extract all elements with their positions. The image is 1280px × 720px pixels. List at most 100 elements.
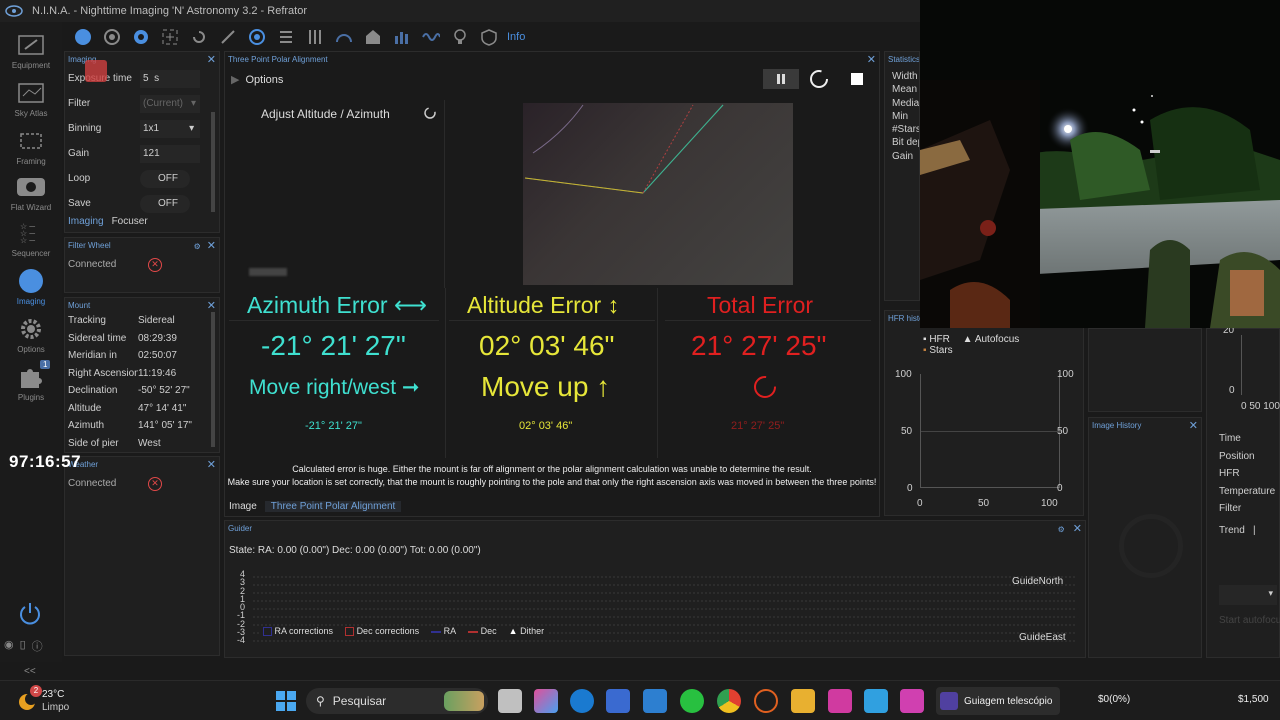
focuser-icon[interactable]	[128, 25, 154, 49]
telescope-app-icon	[940, 692, 958, 710]
store-icon[interactable]	[606, 689, 630, 713]
close-icon[interactable]: ✕	[1189, 419, 1198, 432]
imaging-subtabs: Imaging Focuser	[65, 216, 219, 227]
close-icon[interactable]: ✕	[207, 240, 216, 252]
nav-equipment[interactable]: Equipment	[0, 32, 62, 70]
app-icon[interactable]	[900, 689, 924, 713]
total-error-small: 21° 27' 25"	[731, 420, 785, 432]
windows-start-button[interactable]	[274, 689, 298, 713]
equipment-icon	[16, 32, 46, 58]
camera-icon[interactable]	[70, 25, 96, 49]
observatory-icon[interactable]	[360, 25, 386, 49]
alignment-overlay	[524, 104, 724, 194]
image-history-panel: Image History ✕	[1088, 417, 1202, 658]
mount-row: Meridian in 02:50:07	[65, 347, 219, 365]
y-tick: 100	[895, 369, 912, 380]
tab-imaging[interactable]: Imaging	[68, 216, 104, 227]
binning-label: Binning	[68, 123, 102, 134]
exposure-unit: s	[154, 73, 160, 84]
guider-target-icon[interactable]	[244, 25, 270, 49]
tab-focuser[interactable]: Focuser	[112, 216, 148, 227]
nav-options[interactable]: Options	[0, 316, 62, 354]
imaging-scrollbar[interactable]	[211, 112, 215, 212]
nav-label: Options	[17, 345, 45, 354]
guide-east-label: GuideEast	[1019, 632, 1066, 643]
sequence-list-icon[interactable]	[273, 25, 299, 49]
save-toggle[interactable]: OFF	[140, 194, 190, 213]
toolbar: Info	[64, 24, 920, 50]
eye-icon[interactable]: ◉	[4, 638, 14, 654]
binning-value: 1x1	[143, 123, 160, 134]
binning-select[interactable]: 1x1 ▾	[140, 119, 200, 138]
af-labels: Time Position HFR Temperature Filter	[1219, 430, 1275, 518]
nav-sequencer[interactable]: ☆ ─ ☆ ─ ☆ ─ Sequencer	[0, 220, 62, 258]
divider	[445, 288, 446, 458]
pause-button[interactable]	[763, 69, 799, 89]
gear-icon	[16, 316, 46, 342]
close-icon[interactable]: ✕	[207, 53, 216, 66]
nav-framing[interactable]: Framing	[0, 128, 62, 166]
nav-sky-atlas[interactable]: Sky Atlas	[0, 80, 62, 118]
chart-bars-icon[interactable]	[389, 25, 415, 49]
shield-icon[interactable]	[476, 25, 502, 49]
book-icon[interactable]: ▯	[20, 638, 26, 654]
y-tick: 0	[1229, 385, 1235, 396]
loop-value: OFF	[158, 173, 178, 184]
app-icon[interactable]	[864, 689, 888, 713]
loop-toggle[interactable]: OFF	[140, 169, 190, 188]
whatsapp-icon[interactable]	[680, 689, 704, 713]
start-autofocus-button[interactable]: Start autofocus	[1219, 615, 1280, 626]
exposure-input[interactable]: 5 s	[140, 69, 200, 88]
vpn-icon[interactable]	[643, 689, 667, 713]
copilot-icon[interactable]	[534, 689, 558, 713]
options-expander[interactable]: ▶ Options	[231, 73, 283, 86]
rotator-icon[interactable]	[186, 25, 212, 49]
nav-flat-wizard[interactable]: Flat Wizard	[0, 174, 62, 212]
dome-icon[interactable]	[331, 25, 357, 49]
stop-button[interactable]	[839, 69, 875, 89]
af-axis	[1241, 335, 1242, 395]
lightbulb-icon[interactable]	[447, 25, 473, 49]
close-icon[interactable]: ✕	[207, 299, 216, 312]
collapse-icon[interactable]: <<	[24, 666, 36, 677]
af-label: HFR	[1219, 468, 1240, 479]
opera-icon[interactable]	[754, 689, 778, 713]
power-icon[interactable]	[17, 600, 43, 629]
tab-image[interactable]: Image	[229, 501, 257, 512]
tab-three-point-polar-alignment[interactable]: Three Point Polar Alignment	[264, 501, 402, 512]
filter-row: Filter (Current) ▾	[65, 91, 219, 116]
taskbar-active-app[interactable]: Guiagem telescópio	[936, 687, 1060, 715]
info-icon[interactable]: ⓘ	[32, 638, 43, 654]
nav-plugins[interactable]: Plugins 1	[0, 360, 62, 402]
mount-value: 02:50:07	[138, 350, 177, 362]
close-icon[interactable]: ✕	[207, 458, 216, 471]
mount-scrollbar[interactable]	[211, 312, 215, 447]
search-box[interactable]: ⚲ Pesquisar	[306, 688, 488, 714]
gain-input[interactable]: 121	[140, 144, 200, 163]
error-message-line-2: Make sure your location is set correctly…	[227, 477, 877, 487]
chrome-icon[interactable]	[717, 689, 741, 713]
guider-state: State: RA: 0.00 (0.00") Dec: 0.00 (0.00"…	[229, 545, 481, 556]
sliders-icon[interactable]	[302, 25, 328, 49]
nav-imaging[interactable]: Imaging	[0, 268, 62, 306]
stat-label: Median	[892, 97, 920, 109]
task-view-icon[interactable]	[498, 689, 522, 713]
wave-icon[interactable]	[418, 25, 444, 49]
telescope-icon[interactable]	[215, 25, 241, 49]
crosshair-icon[interactable]	[157, 25, 183, 49]
mount-row: Altitude 47° 14' 41"	[65, 400, 219, 418]
info-tab[interactable]: Info	[507, 31, 525, 43]
settings-icon[interactable]: ⚙	[1058, 525, 1065, 534]
gridline	[921, 431, 1061, 432]
filter-select[interactable]: (Current) ▾	[140, 94, 200, 113]
mount-panel: Mount ✕ Tracking Sidereal Sidereal time 08:…	[64, 297, 220, 453]
close-icon[interactable]: ✕	[1073, 523, 1082, 535]
file-explorer-icon[interactable]	[791, 689, 815, 713]
edge-icon[interactable]	[570, 689, 594, 713]
af-select[interactable]: ▾	[1219, 585, 1277, 605]
filter-wheel-icon[interactable]	[99, 25, 125, 49]
onenote-icon[interactable]	[828, 689, 852, 713]
nav-label: Imaging	[16, 297, 46, 306]
close-icon[interactable]: ✕	[867, 53, 876, 66]
link-icon[interactable]: ⚙	[194, 242, 201, 251]
